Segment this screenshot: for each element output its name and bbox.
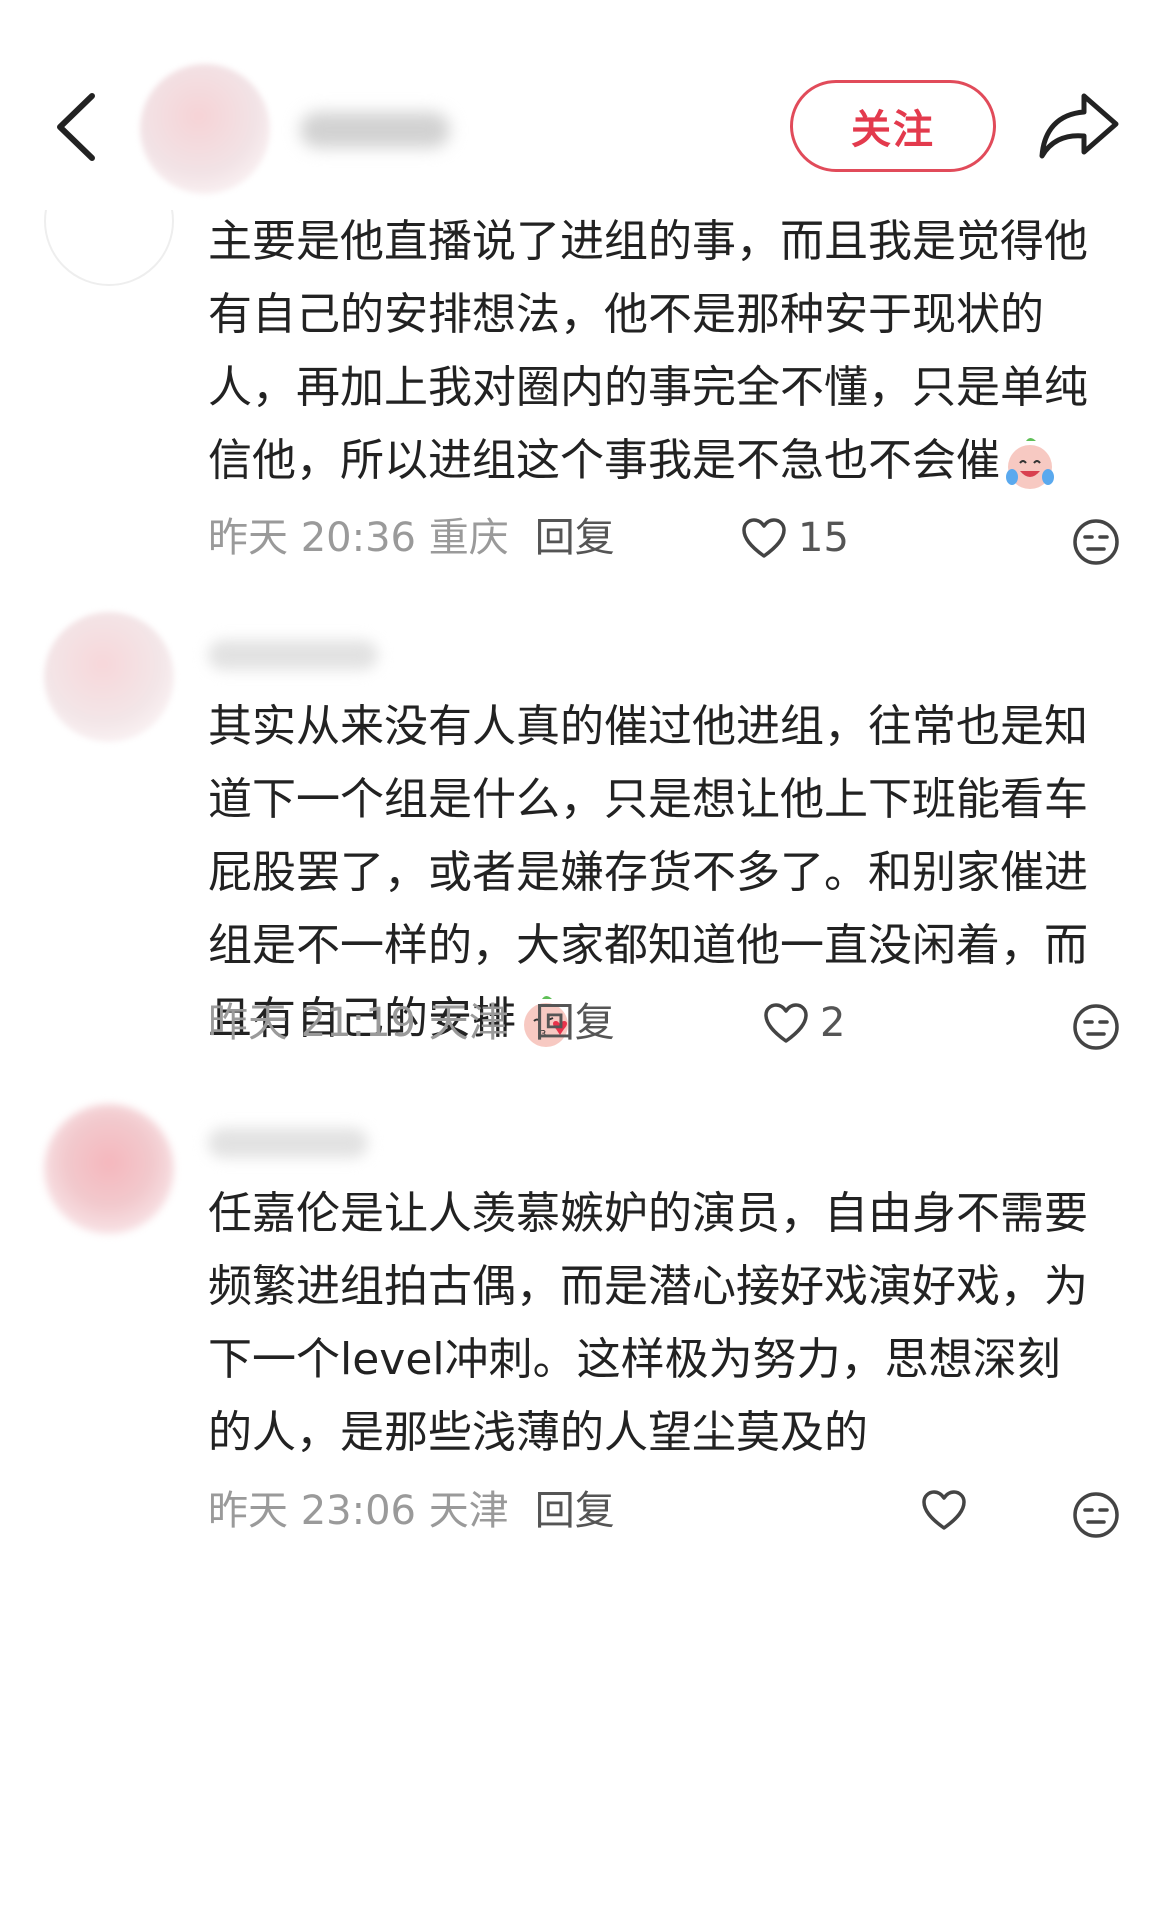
neutral-face-icon[interactable] [1072,1491,1120,1539]
like-button[interactable] [920,1488,978,1532]
commenter-name-blurred[interactable] [208,640,378,670]
like-button[interactable]: 15 [740,515,849,561]
reply-button[interactable]: 回复 [535,1488,615,1534]
author-name-blurred[interactable] [300,112,450,148]
crying-laughing-face-icon [1002,435,1058,491]
comment-text: 主要是他直播说了进组的事，而且我是觉得他有自己的安排想法，他不是那种安于现状的人… [208,205,1088,497]
share-icon[interactable] [1038,90,1120,162]
like-count: 2 [820,1000,846,1046]
commenter-avatar[interactable] [44,612,174,742]
commenter-name-blurred[interactable] [208,1128,368,1158]
follow-button[interactable]: 关注 [790,80,996,172]
heart-icon [764,1003,808,1043]
comment-meta: 昨天 23:06 天津 回复 [208,1486,615,1536]
commenter-avatar[interactable] [44,1104,174,1234]
reply-button[interactable]: 回复 [535,1000,615,1046]
comment-text: 任嘉伦是让人羡慕嫉妒的演员，自由身不需要频繁进组拍古偶，而是潜心接好戏演好戏，为… [208,1188,1088,1458]
neutral-face-icon[interactable] [1072,1003,1120,1051]
back-arrow-icon[interactable] [52,92,100,162]
comment-meta: 昨天 20:36 重庆 回复 [208,513,615,563]
like-button[interactable]: 2 [762,1000,845,1046]
author-avatar[interactable] [140,64,270,194]
neutral-face-icon[interactable] [1072,518,1120,566]
top-bar: 关注 [0,0,1166,210]
like-count: 15 [798,515,849,561]
comment-time-location: 昨天 21:19 天津 [208,1000,509,1046]
heart-icon [922,1490,966,1530]
comment-time-location: 昨天 23:06 天津 [208,1488,509,1534]
reply-button[interactable]: 回复 [535,515,615,561]
comment-meta: 昨天 21:19 天津 回复 [208,998,615,1048]
comment-time-location: 昨天 20:36 重庆 [208,515,509,561]
heart-icon [742,518,786,558]
